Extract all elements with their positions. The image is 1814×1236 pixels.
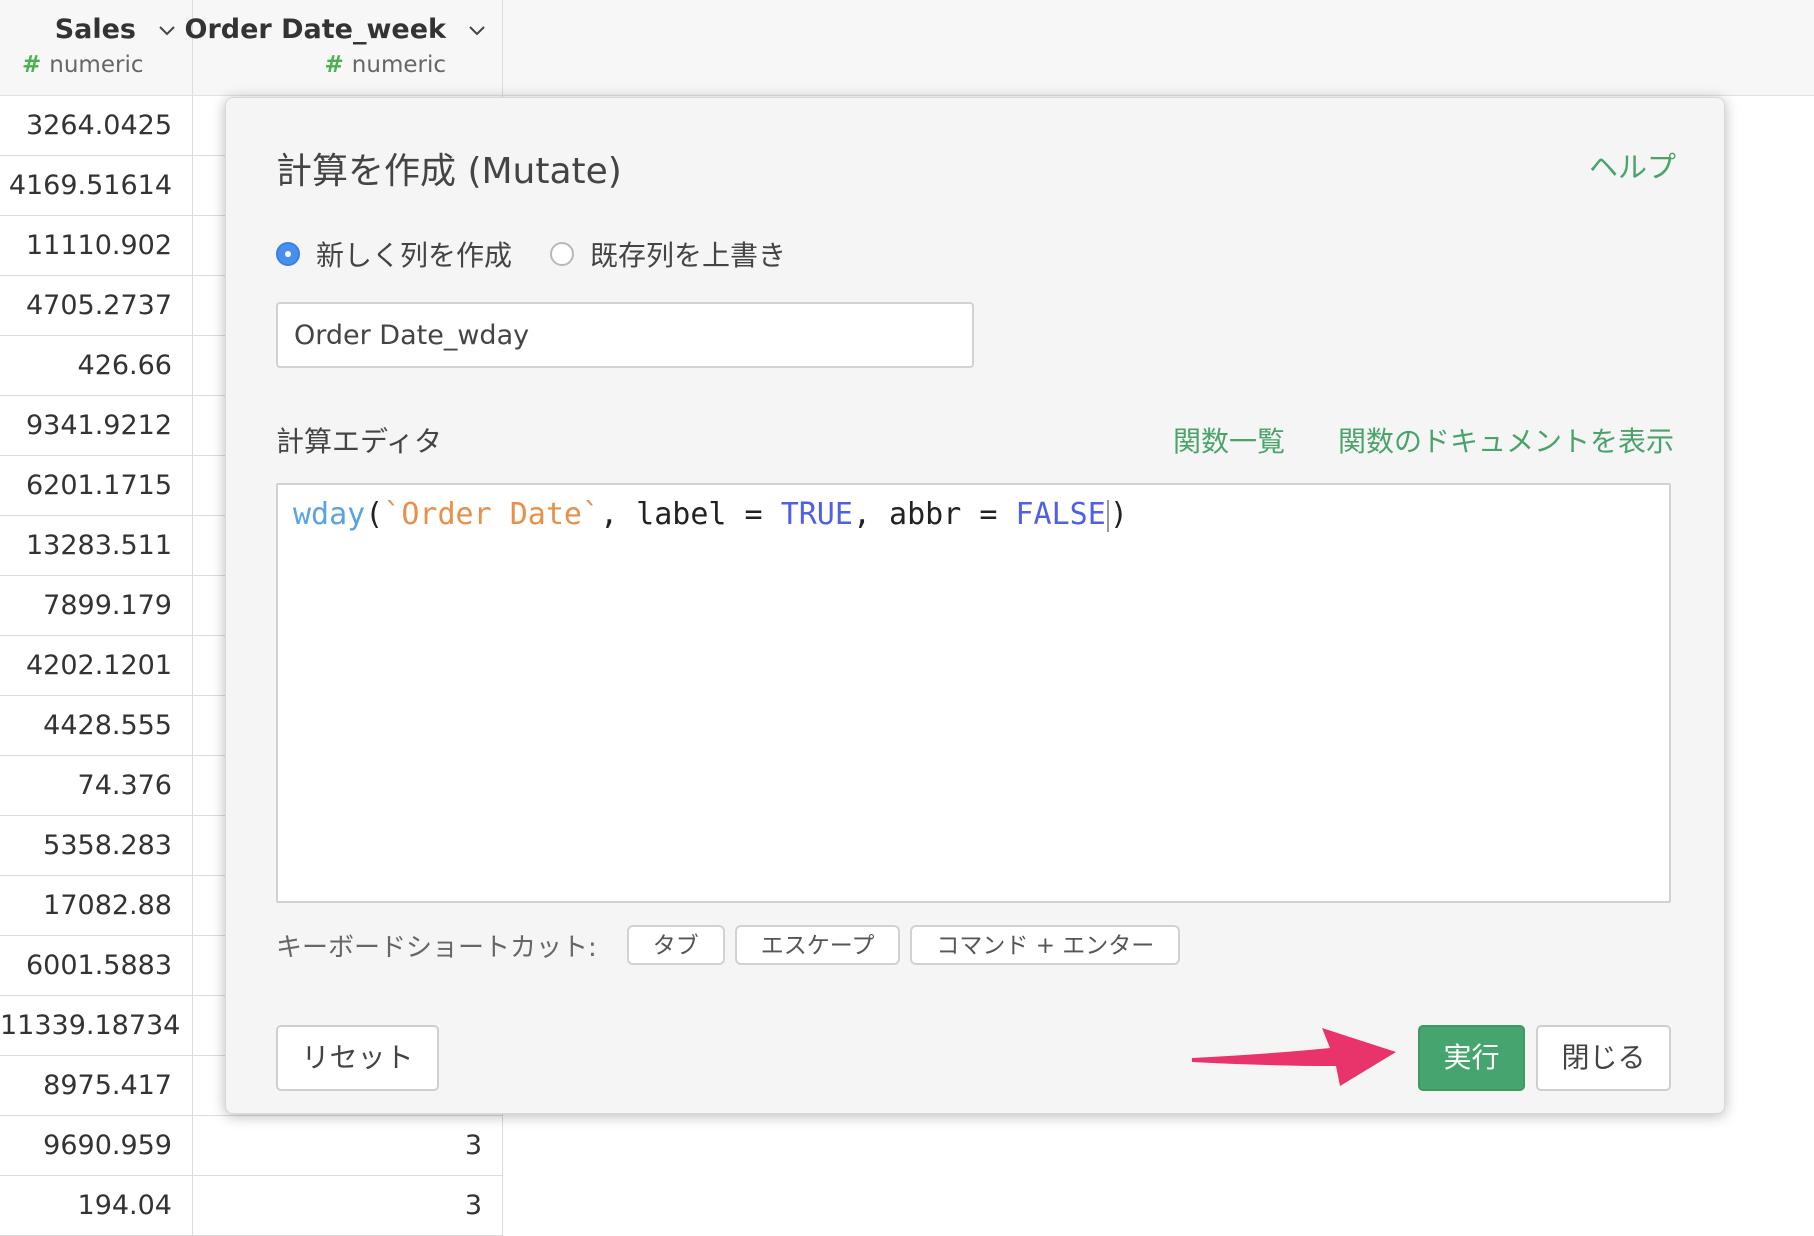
reset-button[interactable]: リセット — [276, 1025, 439, 1091]
code-column-token: `Order Date` — [383, 497, 601, 532]
column-header-order-date-week[interactable]: Order Date_week # numeric — [185, 0, 503, 95]
sales-cell[interactable]: 3264.0425 — [0, 96, 193, 155]
code-keyword-token: FALSE — [1015, 497, 1106, 532]
numeric-type-icon: # — [324, 52, 344, 78]
sales-cell[interactable]: 74.376 — [0, 756, 193, 815]
sales-cell[interactable]: 194.04 — [0, 1176, 193, 1235]
sales-cell[interactable]: 4202.1201 — [0, 636, 193, 695]
function-docs-link[interactable]: 関数のドキュメントを表示 — [1338, 420, 1674, 460]
chevron-down-icon[interactable] — [158, 22, 176, 40]
calculation-code-editor[interactable]: wday(`Order Date`, label = TRUE, abbr = … — [276, 483, 1671, 903]
sales-cell[interactable]: 5358.283 — [0, 816, 193, 875]
column-type-label: numeric — [49, 52, 144, 78]
grid-header: Sales # numeric Order Date_week # numeric — [0, 0, 1814, 96]
keyboard-shortcuts: キーボードショートカット: タブ エスケープ コマンド + エンター — [276, 923, 1190, 967]
chevron-down-icon[interactable] — [468, 22, 486, 40]
function-list-link[interactable]: 関数一覧 — [1173, 420, 1285, 460]
new-column-name-input[interactable] — [276, 302, 974, 368]
sales-cell[interactable]: 4705.2737 — [0, 276, 193, 335]
mutate-dialog: 計算を作成 (Mutate) ヘルプ 新しく列を作成 既存列を上書き 計算エディ… — [225, 97, 1725, 1114]
sales-cell[interactable]: 17082.88 — [0, 876, 193, 935]
radio-selected-icon[interactable] — [276, 242, 300, 266]
column-header-sales[interactable]: Sales # numeric — [0, 0, 193, 95]
column-name: Sales — [54, 14, 136, 45]
sales-cell[interactable]: 6201.1715 — [0, 456, 193, 515]
sales-cell[interactable]: 6001.5883 — [0, 936, 193, 995]
shortcut-key-tab: タブ — [626, 925, 725, 965]
sales-cell[interactable]: 9341.9212 — [0, 396, 193, 455]
order-date-week-cell[interactable]: 3 — [193, 1176, 503, 1235]
annotation-arrow-icon — [1192, 1028, 1396, 1086]
code-keyword-token: TRUE — [780, 497, 853, 532]
table-row: 194.04 3 — [0, 1176, 503, 1236]
shortcut-key-command-enter: コマンド + エンター — [910, 925, 1181, 965]
sales-cell[interactable]: 7899.179 — [0, 576, 193, 635]
sales-cell[interactable]: 13283.511 — [0, 516, 193, 575]
shortcut-label: キーボードショートカット: — [276, 932, 597, 963]
radio-label: 既存列を上書き — [590, 239, 787, 272]
sales-cell[interactable]: 11339.18734 — [0, 996, 193, 1055]
column-type: # numeric — [22, 52, 143, 78]
help-link[interactable]: ヘルプ — [1589, 144, 1676, 186]
column-name: Order Date_week — [184, 14, 447, 45]
radio-new-column[interactable]: 新しく列を作成 — [276, 234, 512, 274]
column-type-label: numeric — [351, 52, 446, 78]
code-text: , label = — [600, 497, 781, 532]
sales-cell[interactable]: 4428.555 — [0, 696, 193, 755]
table-row: 9690.959 3 — [0, 1116, 503, 1176]
dialog-title: 計算を作成 (Mutate) — [276, 151, 622, 192]
editor-label: 計算エディタ — [276, 425, 443, 458]
code-paren: ) — [1109, 497, 1128, 532]
code-text: , abbr = — [852, 497, 1016, 532]
shortcut-key-escape: エスケープ — [734, 925, 901, 965]
code-paren: ( — [365, 497, 384, 532]
radio-overwrite-column[interactable]: 既存列を上書き — [550, 234, 786, 274]
sales-cell[interactable]: 11110.902 — [0, 216, 193, 275]
close-button[interactable]: 閉じる — [1536, 1025, 1671, 1091]
sales-cell[interactable]: 8975.417 — [0, 1056, 193, 1115]
radio-unselected-icon[interactable] — [550, 242, 575, 266]
text-cursor — [1106, 499, 1109, 532]
radio-label: 新しく列を作成 — [316, 239, 513, 272]
order-date-week-cell[interactable]: 3 — [193, 1116, 503, 1175]
column-mode-radio-group: 新しく列を作成 既存列を上書き — [276, 236, 824, 272]
sales-cell[interactable]: 4169.51614 — [0, 156, 193, 215]
run-button[interactable]: 実行 — [1418, 1025, 1525, 1091]
column-type: # numeric — [325, 52, 446, 78]
numeric-type-icon: # — [22, 52, 42, 78]
sales-cell[interactable]: 426.66 — [0, 336, 193, 395]
sales-cell[interactable]: 9690.959 — [0, 1116, 193, 1175]
code-function-token: wday — [293, 497, 366, 532]
